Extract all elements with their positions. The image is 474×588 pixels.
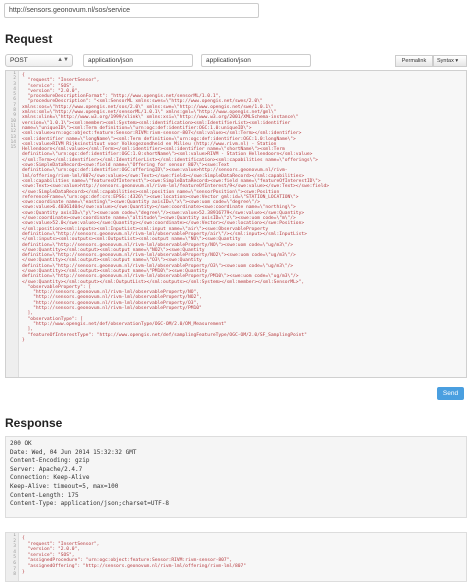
code-line: }: [22, 337, 25, 343]
url-input[interactable]: http://sensors.geonovum.nl/sos/service: [4, 3, 259, 18]
accept-input[interactable]: application/json: [201, 54, 311, 67]
permalink-button[interactable]: Permalink: [395, 55, 433, 67]
header-line: Content-Type: application/json;charset=U…: [10, 500, 169, 508]
response-body[interactable]: { "request": "InsertSensor", "version": …: [22, 536, 464, 575]
code-line: }: [22, 569, 25, 575]
line-gutter: 12345678: [6, 533, 19, 581]
header-line: Content-Encoding: gzip: [10, 457, 90, 465]
chevron-down-icon: ▾: [455, 58, 459, 64]
request-heading: Request: [5, 32, 53, 46]
content-type-input[interactable]: application/json: [83, 54, 193, 67]
method-select[interactable]: POST ▲▼: [5, 54, 73, 67]
response-heading: Response: [5, 416, 63, 430]
request-body[interactable]: { "request": "InsertSensor", "service": …: [22, 73, 464, 343]
syntax-button[interactable]: Syntax ▾: [433, 55, 467, 67]
header-line: Keep-Alive: timeout=5, max=100: [10, 482, 119, 490]
header-line: Content-Length: 175: [10, 491, 79, 499]
response-headers: 200 OK Date: Wed, 04 Jun 2014 15:32:32 G…: [5, 436, 467, 518]
response-status: 200 OK: [10, 440, 32, 447]
line-number: 15: [10, 145, 16, 151]
send-button[interactable]: Send: [437, 387, 464, 400]
method-value: POST: [10, 57, 28, 64]
select-caret-icon: ▲▼: [57, 57, 69, 63]
line-number: 8: [13, 572, 16, 578]
response-editor[interactable]: 12345678 { "request": "InsertSensor", "v…: [5, 532, 467, 582]
line-gutter: 1 2 3 4 5 6 7 8 9 10 11 12 13 14 15: [6, 71, 19, 377]
syntax-label: Syntax: [437, 58, 454, 64]
header-line: Date: Wed, 04 Jun 2014 15:32:32 GMT: [10, 448, 137, 456]
request-editor[interactable]: 1 2 3 4 5 6 7 8 9 10 11 12 13 14 15 { "request": "Inse…: [5, 70, 467, 378]
header-line: Server: Apache/2.4.7: [10, 465, 83, 473]
header-line: Connection: Keep-Alive: [10, 474, 90, 482]
